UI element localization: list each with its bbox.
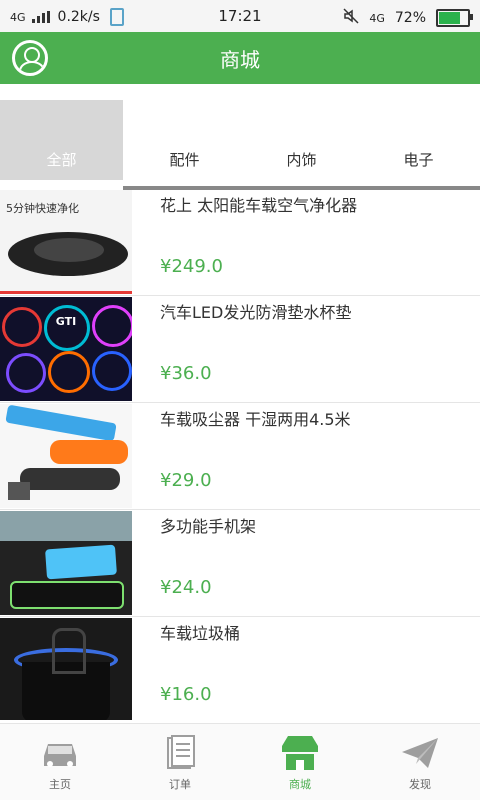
tab-label: 全部 bbox=[46, 151, 77, 169]
product-price: ¥24.0 bbox=[160, 577, 212, 598]
nav-label: 订单 bbox=[169, 778, 191, 791]
thumb-caption: GTI bbox=[55, 315, 77, 328]
thumb-caption: 5分钟快速净化 bbox=[6, 202, 79, 215]
product-item[interactable]: 车载垃圾桶 ¥16.0 bbox=[0, 618, 480, 720]
product-thumb: 5分钟快速净化 bbox=[0, 190, 132, 294]
product-price: ¥249.0 bbox=[160, 256, 223, 277]
store-icon bbox=[282, 736, 318, 770]
bottom-nav: 主页 订单 商城 发现 bbox=[0, 723, 480, 800]
tab-all[interactable]: 全部 bbox=[0, 100, 123, 180]
nav-discover[interactable]: 发现 bbox=[360, 724, 480, 800]
product-item[interactable]: 车载吸尘器 干湿两用4.5米 ¥29.0 bbox=[0, 404, 480, 510]
orders-icon bbox=[167, 735, 195, 769]
paper-plane-icon bbox=[402, 738, 438, 768]
product-title: 花上 太阳能车载空气净化器 bbox=[160, 196, 358, 215]
page-title: 商城 bbox=[220, 47, 260, 72]
product-thumb: GTI bbox=[0, 297, 132, 401]
product-title: 车载吸尘器 干湿两用4.5米 bbox=[160, 410, 351, 429]
product-thumb bbox=[0, 618, 132, 720]
nav-orders[interactable]: 订单 bbox=[120, 724, 240, 800]
nav-home[interactable]: 主页 bbox=[0, 724, 120, 800]
product-thumb bbox=[0, 511, 132, 615]
status-bar: 4G 0.2k/s 17:21 4G 72% bbox=[0, 0, 480, 32]
product-item[interactable]: 多功能手机架 ¥24.0 bbox=[0, 511, 480, 617]
nav-label: 发现 bbox=[409, 778, 431, 791]
product-title: 车载垃圾桶 bbox=[160, 624, 241, 643]
tab-electronics[interactable]: 电子 bbox=[357, 100, 480, 180]
product-thumb bbox=[0, 404, 132, 508]
tab-label: 内饰 bbox=[286, 151, 317, 169]
nav-store[interactable]: 商城 bbox=[240, 724, 360, 800]
product-title: 多功能手机架 bbox=[160, 517, 257, 536]
tab-interior[interactable]: 内饰 bbox=[240, 100, 363, 180]
product-item[interactable]: GTI 汽车LED发光防滑垫水杯垫 ¥36.0 bbox=[0, 297, 480, 403]
car-icon bbox=[44, 744, 76, 767]
network-type-right: 4G bbox=[369, 11, 385, 25]
battery-percent: 72% bbox=[394, 10, 426, 26]
user-icon[interactable] bbox=[12, 40, 48, 76]
battery-icon bbox=[436, 9, 473, 27]
product-price: ¥29.0 bbox=[160, 470, 212, 491]
product-list: 5分钟快速净化 花上 太阳能车载空气净化器 ¥249.0 GTI 汽车LED发光… bbox=[0, 190, 480, 720]
nav-label: 商城 bbox=[289, 778, 311, 791]
nav-label: 主页 bbox=[49, 778, 71, 791]
status-right: 4G 72% bbox=[343, 8, 473, 28]
app-header: 商城 bbox=[0, 32, 480, 84]
tab-parts[interactable]: 配件 bbox=[123, 100, 246, 180]
product-price: ¥16.0 bbox=[160, 684, 212, 705]
mute-icon bbox=[343, 8, 359, 28]
category-tabs: 全部 配件 内饰 电子 bbox=[0, 100, 480, 190]
product-title: 汽车LED发光防滑垫水杯垫 bbox=[160, 303, 352, 322]
tab-label: 配件 bbox=[169, 151, 200, 169]
product-item[interactable]: 5分钟快速净化 花上 太阳能车载空气净化器 ¥249.0 bbox=[0, 190, 480, 296]
product-price: ¥36.0 bbox=[160, 363, 212, 384]
tab-label: 电子 bbox=[403, 151, 434, 169]
